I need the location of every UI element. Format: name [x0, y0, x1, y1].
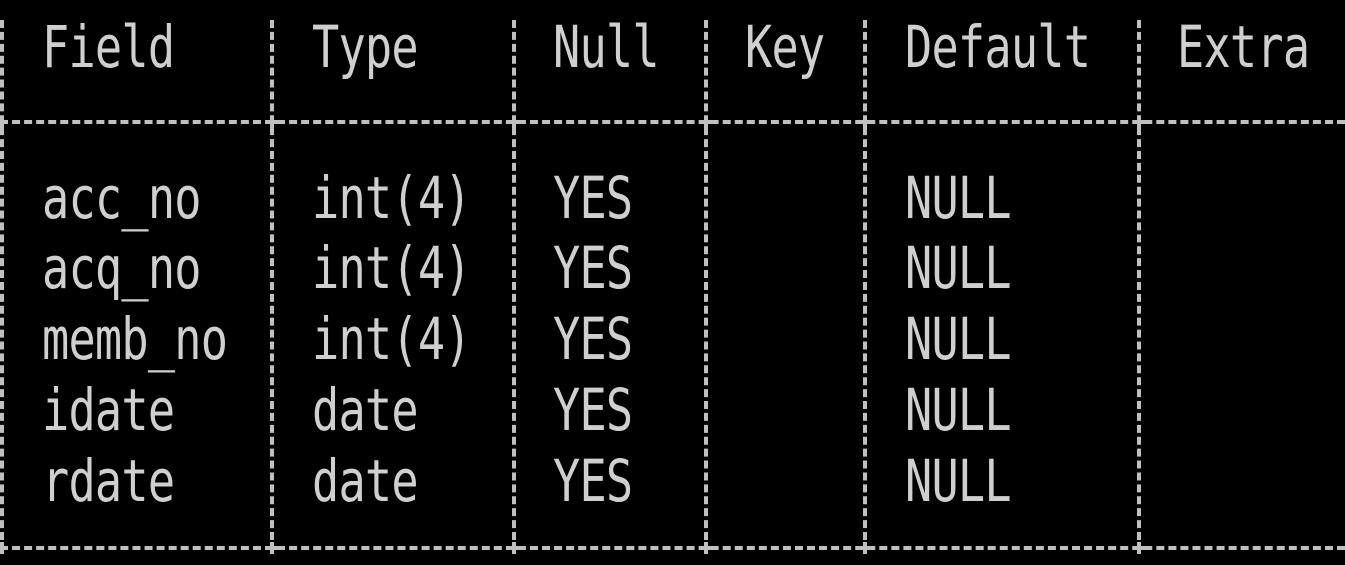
junction-mark	[0, 542, 8, 554]
cell-default: NULL	[905, 164, 1012, 232]
column-separator	[512, 20, 516, 540]
column-separator	[704, 20, 708, 540]
cell-field: acc_no	[42, 164, 202, 232]
cell-type: date	[312, 376, 419, 444]
cell-default: NULL	[905, 447, 1012, 515]
junction-mark	[0, 116, 8, 128]
mysql-describe-output: Field Type Null Key Default Extra acc_no…	[0, 0, 1345, 565]
junction-mark	[859, 116, 871, 128]
junction-mark	[508, 116, 520, 128]
cell-null: YES	[553, 164, 633, 232]
junction-mark	[700, 116, 712, 128]
cell-default: NULL	[905, 305, 1012, 373]
junction-mark	[1133, 116, 1145, 128]
column-header-extra: Extra	[1177, 13, 1310, 81]
junction-mark	[1133, 542, 1145, 554]
column-header-field: Field	[42, 13, 175, 81]
junction-mark	[266, 542, 278, 554]
column-separator	[0, 20, 4, 540]
cell-type: int(4)	[312, 305, 472, 373]
cell-type: int(4)	[312, 164, 472, 232]
cell-type: int(4)	[312, 234, 472, 302]
cell-field: idate	[42, 376, 175, 444]
junction-mark	[859, 542, 871, 554]
cell-null: YES	[553, 447, 633, 515]
cell-null: YES	[553, 305, 633, 373]
column-header-default: Default	[905, 13, 1091, 81]
junction-mark	[266, 116, 278, 128]
junction-mark	[700, 542, 712, 554]
cell-field: rdate	[42, 447, 175, 515]
column-header-key: Key	[745, 13, 825, 81]
cell-field: acq_no	[42, 234, 202, 302]
cell-type: date	[312, 447, 419, 515]
column-separator	[270, 20, 274, 540]
cell-default: NULL	[905, 234, 1012, 302]
cell-field: memb_no	[42, 305, 228, 373]
column-separator	[1137, 20, 1141, 540]
cell-default: NULL	[905, 376, 1012, 444]
junction-mark	[508, 542, 520, 554]
cell-null: YES	[553, 376, 633, 444]
column-header-type: Type	[312, 13, 419, 81]
column-header-null: Null	[553, 13, 660, 81]
cell-null: YES	[553, 234, 633, 302]
column-separator	[863, 20, 867, 540]
